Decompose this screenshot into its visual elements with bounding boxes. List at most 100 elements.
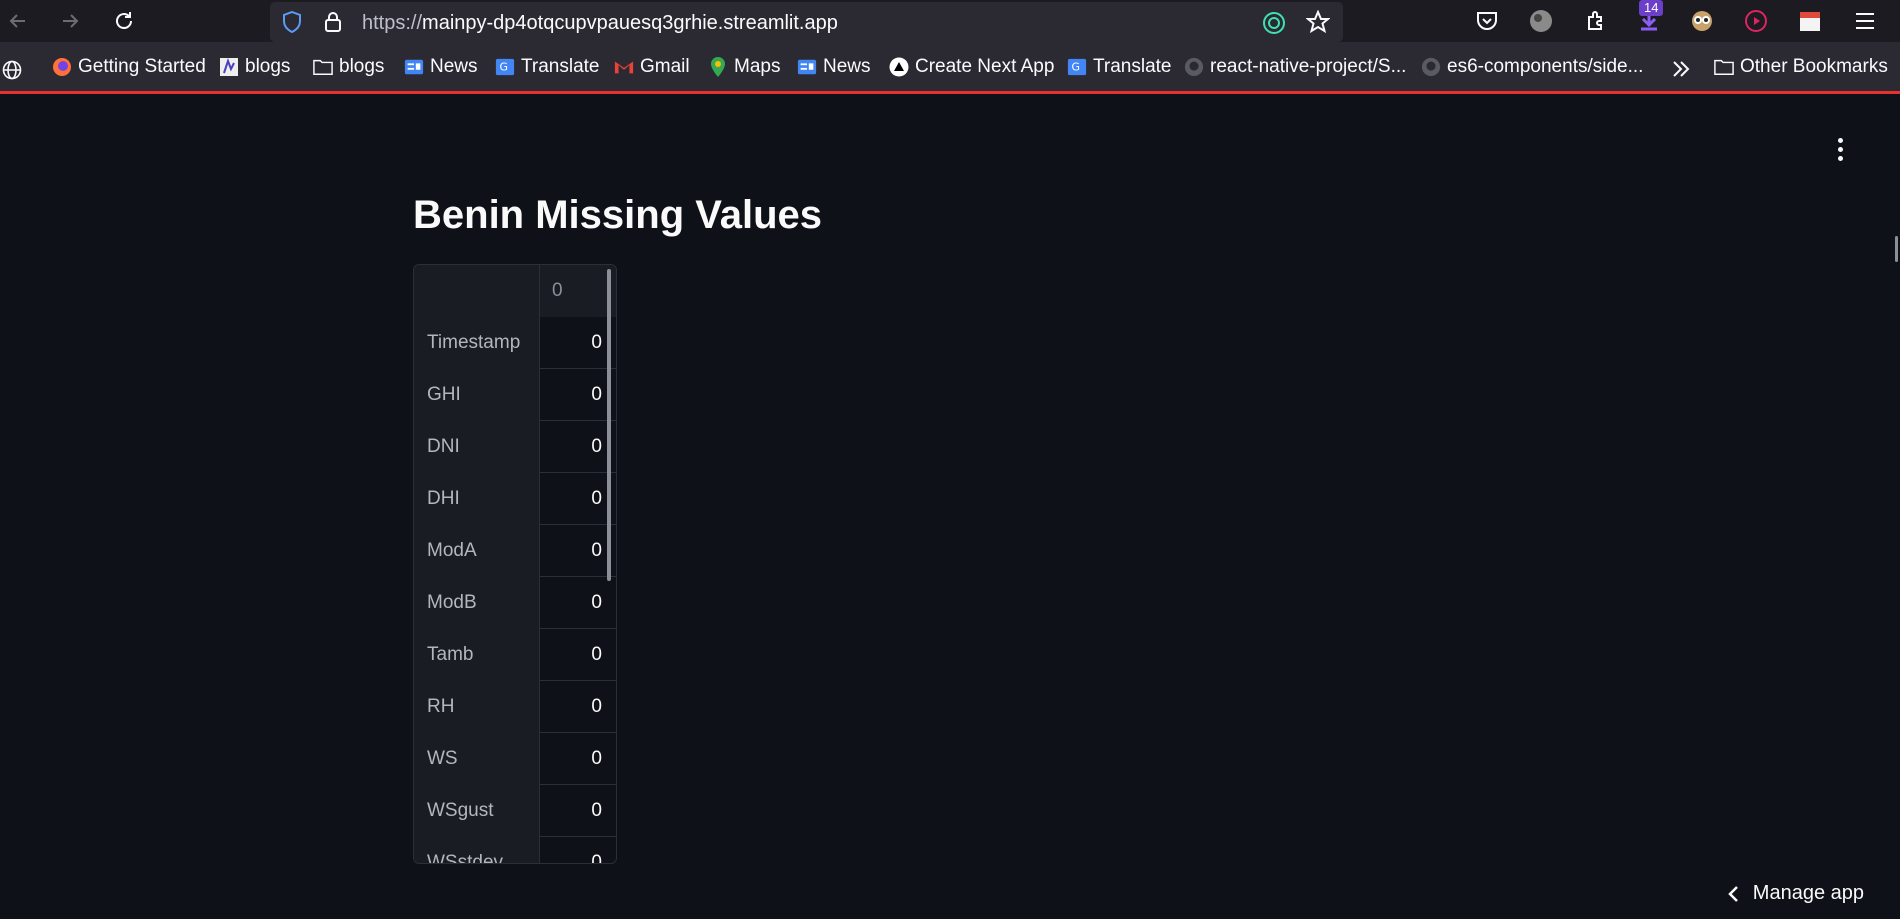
firefox-icon <box>52 57 72 77</box>
google-news-icon <box>797 57 817 77</box>
table-row[interactable]: Timestamp 0 <box>414 317 616 369</box>
kebab-menu-icon[interactable] <box>1830 134 1850 164</box>
gmail-icon <box>614 57 634 77</box>
bookmark-blogs-folder[interactable]: blogs <box>313 56 384 78</box>
owl-extension-button[interactable] <box>1689 8 1715 34</box>
table-row[interactable]: DHI 0 <box>414 473 616 525</box>
column-header-cell[interactable]: 0 <box>540 265 616 317</box>
row-value-cell: 0 <box>591 332 602 353</box>
svg-text:G: G <box>1072 61 1080 74</box>
table-row[interactable]: RH 0 <box>414 681 616 733</box>
bookmark-blogs-site[interactable]: blogs <box>219 56 290 78</box>
row-index-cell: ModA <box>414 525 540 577</box>
table-header-row: 0 <box>414 265 616 317</box>
reload-button[interactable] <box>110 7 138 35</box>
bookmark-news-2[interactable]: News <box>797 56 871 78</box>
table-row[interactable]: WSgust 0 <box>414 785 616 837</box>
bookmark-label: Gmail <box>640 56 690 77</box>
bookmark-react-native-project[interactable]: react-native-project/S... <box>1184 56 1406 78</box>
row-value-cell: 0 <box>591 540 602 561</box>
github-icon <box>1184 57 1204 77</box>
bookmark-create-next-app[interactable]: Create Next App <box>889 56 1054 78</box>
url-bar[interactable]: https://mainpy-dp4otqcupvpauesq3grhie.st… <box>270 2 1343 42</box>
back-button[interactable] <box>4 7 32 35</box>
bookmark-label: Create Next App <box>915 56 1055 77</box>
row-index-cell: Tamb <box>414 629 540 681</box>
page-title: Benin Missing Values <box>413 193 823 237</box>
bookmark-label: Translate <box>1093 56 1172 77</box>
table-row[interactable]: WS 0 <box>414 733 616 785</box>
nextjs-icon <box>889 57 909 77</box>
calendar-icon <box>1800 12 1820 31</box>
page-scrollbar[interactable] <box>1895 236 1898 262</box>
shield-icon[interactable] <box>282 11 302 33</box>
row-value-cell: 0 <box>591 488 602 509</box>
row-value-cell: 0 <box>591 436 602 457</box>
globe-icon[interactable] <box>2 60 22 80</box>
table-row[interactable]: DNI 0 <box>414 421 616 473</box>
table-row[interactable]: GHI 0 <box>414 369 616 421</box>
pocket-icon <box>1477 12 1497 30</box>
chevron-double-right-icon[interactable] <box>1670 58 1692 80</box>
table-row[interactable]: ModB 0 <box>414 577 616 629</box>
forward-button[interactable] <box>56 7 84 35</box>
account-button[interactable] <box>1528 8 1554 34</box>
row-value-cell: 0 <box>591 644 602 665</box>
table-row[interactable]: WSstdev 0 <box>414 837 616 863</box>
bookmark-label: es6-components/side... <box>1447 56 1644 77</box>
bookmark-label: News <box>823 56 871 77</box>
hamburger-icon <box>1856 13 1874 29</box>
table-scrollbar[interactable] <box>607 269 611 581</box>
pocket-button[interactable] <box>1474 8 1500 34</box>
missing-values-table[interactable]: 0 Timestamp 0 GHI 0 DNI 0 DHI 0 ModA 0 ModB 0 … <box>413 264 617 864</box>
manage-app-button[interactable]: Manage app <box>1725 882 1864 905</box>
bookmark-label: react-native-project/S... <box>1210 56 1407 77</box>
bookmark-label: Getting Started <box>78 56 206 77</box>
row-index-cell: WS <box>414 733 540 785</box>
url-text[interactable]: https://mainpy-dp4otqcupvpauesq3grhie.st… <box>362 12 838 35</box>
table-row[interactable]: Tamb 0 <box>414 629 616 681</box>
chevron-left-icon <box>1728 885 1738 902</box>
bookmark-getting-started[interactable]: Getting Started <box>52 56 206 78</box>
app-menu-button[interactable] <box>1852 8 1878 34</box>
row-index-cell: WSstdev <box>414 837 540 863</box>
bookmark-label: blogs <box>245 56 291 77</box>
google-news-icon <box>404 57 424 77</box>
row-value-cell: 0 <box>591 800 602 821</box>
browser-toolbar: https://mainpy-dp4otqcupvpauesq3grhie.st… <box>0 0 1900 42</box>
bookmark-label: blogs <box>339 56 385 77</box>
play-extension-button[interactable] <box>1743 8 1769 34</box>
bookmark-gmail[interactable]: Gmail <box>614 56 690 78</box>
forward-icon <box>63 14 79 28</box>
bookmark-other-bookmarks[interactable]: Other Bookmarks <box>1714 56 1888 78</box>
lock-icon[interactable] <box>324 11 342 33</box>
index-header-cell <box>414 265 540 317</box>
extensions-button[interactable] <box>1583 8 1609 34</box>
row-index-cell: GHI <box>414 369 540 421</box>
folder-icon <box>1714 57 1734 77</box>
bookmark-translate-1[interactable]: G Translate <box>495 56 600 78</box>
owl-icon <box>1692 11 1712 31</box>
bookmark-translate-2[interactable]: G Translate <box>1067 56 1172 78</box>
star-icon[interactable] <box>1306 10 1330 34</box>
row-index-cell: WSgust <box>414 785 540 837</box>
notification-badge: 14 <box>1639 0 1664 16</box>
calendar-extension-button[interactable] <box>1797 8 1823 34</box>
url-prefix: https:// <box>362 12 423 34</box>
row-index-cell: Timestamp <box>414 317 540 369</box>
row-value-cell: 0 <box>591 592 602 613</box>
bookmark-maps[interactable]: Maps <box>708 56 780 78</box>
maps-pin-icon <box>708 57 728 77</box>
bookmark-label: News <box>430 56 478 77</box>
row-index-cell: DNI <box>414 421 540 473</box>
blog-icon <box>219 57 239 77</box>
table-row[interactable]: ModA 0 <box>414 525 616 577</box>
url-host: mainpy-dp4otqcupvpauesq3grhie.streamlit.… <box>422 12 838 34</box>
bookmark-label: Maps <box>734 56 781 77</box>
row-index-cell: ModB <box>414 577 540 629</box>
bookmark-es6-components[interactable]: es6-components/side... <box>1421 56 1643 78</box>
bookmark-news-1[interactable]: News <box>404 56 478 78</box>
google-translate-icon: G <box>495 57 515 77</box>
extensions-icon <box>1588 11 1602 30</box>
tracker-icon[interactable] <box>1262 11 1286 35</box>
